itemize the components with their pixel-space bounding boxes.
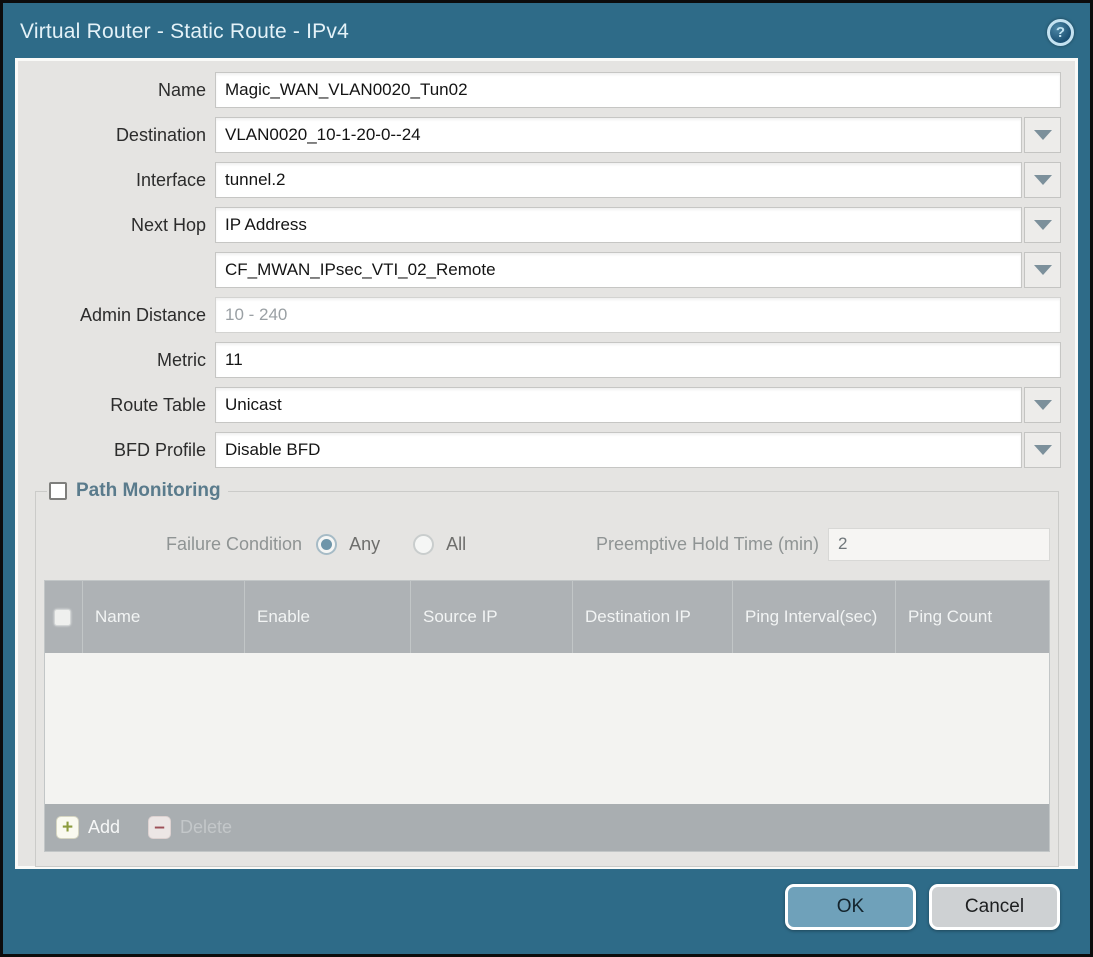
admin-distance-row: Admin Distance <box>18 297 1075 333</box>
preemptive-hold-time-input[interactable] <box>828 528 1050 561</box>
chevron-down-icon <box>1034 220 1052 230</box>
failure-condition-all-radio[interactable]: All <box>413 534 466 555</box>
table-body-empty <box>45 653 1049 804</box>
minus-icon: – <box>148 816 171 839</box>
delete-button-label: Delete <box>180 817 232 838</box>
radio-unselected-icon <box>413 534 434 555</box>
dialog-title: Virtual Router - Static Route - IPv4 <box>20 20 349 44</box>
metric-label: Metric <box>18 350 215 371</box>
admin-distance-label: Admin Distance <box>18 305 215 326</box>
bfd-profile-dropdown-button[interactable] <box>1024 432 1061 468</box>
column-header-source-ip: Source IP <box>410 581 572 653</box>
column-header-ping-count: Ping Count <box>895 581 1049 653</box>
next-hop-row: Next Hop <box>18 207 1075 243</box>
chevron-down-icon <box>1034 175 1052 185</box>
next-hop-type-dropdown-button[interactable] <box>1024 207 1061 243</box>
name-label: Name <box>18 80 215 101</box>
ok-button[interactable]: OK <box>785 884 916 930</box>
interface-row: Interface <box>18 162 1075 198</box>
next-hop-address-row <box>18 252 1075 288</box>
delete-button[interactable]: – Delete <box>148 816 232 839</box>
static-route-form: Name Destination Interface <box>18 72 1075 468</box>
interface-label: Interface <box>18 170 215 191</box>
path-monitoring-title: Path Monitoring <box>76 480 221 502</box>
column-header-destination-ip: Destination IP <box>572 581 732 653</box>
name-row: Name <box>18 72 1075 108</box>
radio-selected-icon <box>316 534 337 555</box>
help-icon[interactable]: ? <box>1047 19 1074 46</box>
interface-input[interactable] <box>215 162 1022 198</box>
cancel-button[interactable]: Cancel <box>929 884 1060 930</box>
chevron-down-icon <box>1034 130 1052 140</box>
metric-input[interactable] <box>215 342 1061 378</box>
path-monitoring-table: Name Enable Source IP Destination IP Pin… <box>44 580 1050 852</box>
destination-dropdown-button[interactable] <box>1024 117 1061 153</box>
destination-row: Destination <box>18 117 1075 153</box>
path-monitoring-section: Path Monitoring Failure Condition Any Al… <box>35 480 1059 867</box>
next-hop-type-input[interactable] <box>215 207 1022 243</box>
next-hop-address-dropdown-button[interactable] <box>1024 252 1061 288</box>
interface-dropdown-button[interactable] <box>1024 162 1061 198</box>
admin-distance-input[interactable] <box>215 297 1061 333</box>
select-all-checkbox[interactable] <box>54 609 71 626</box>
chevron-down-icon <box>1034 445 1052 455</box>
chevron-down-icon <box>1034 265 1052 275</box>
radio-all-label: All <box>446 534 466 555</box>
next-hop-address-input[interactable] <box>215 252 1022 288</box>
select-all-header-cell <box>45 581 82 653</box>
plus-icon: + <box>56 816 79 839</box>
bfd-profile-input[interactable] <box>215 432 1022 468</box>
bfd-profile-row: BFD Profile <box>18 432 1075 468</box>
metric-row: Metric <box>18 342 1075 378</box>
failure-condition-row: Failure Condition Any All Preemptive Hol… <box>44 524 1050 564</box>
bfd-profile-label: BFD Profile <box>18 440 215 461</box>
route-table-input[interactable] <box>215 387 1022 423</box>
add-button[interactable]: + Add <box>56 816 120 839</box>
name-input[interactable] <box>215 72 1061 108</box>
virtual-router-static-route-dialog: Virtual Router - Static Route - IPv4 ? N… <box>0 0 1093 957</box>
column-header-name: Name <box>82 581 244 653</box>
chevron-down-icon <box>1034 400 1052 410</box>
dialog-titlebar: Virtual Router - Static Route - IPv4 ? <box>3 3 1090 55</box>
column-header-ping-interval: Ping Interval(sec) <box>732 581 895 653</box>
failure-condition-any-radio[interactable]: Any <box>316 534 380 555</box>
path-monitoring-checkbox[interactable] <box>49 482 67 500</box>
radio-any-label: Any <box>349 534 380 555</box>
preemptive-hold-time-label: Preemptive Hold Time (min) <box>596 534 819 555</box>
route-table-label: Route Table <box>18 395 215 416</box>
route-table-row: Route Table <box>18 387 1075 423</box>
column-header-enable: Enable <box>244 581 410 653</box>
table-toolbar: + Add – Delete <box>45 804 1049 851</box>
add-button-label: Add <box>88 817 120 838</box>
table-header: Name Enable Source IP Destination IP Pin… <box>45 581 1049 653</box>
dialog-body: Name Destination Interface <box>15 58 1078 869</box>
destination-input[interactable] <box>215 117 1022 153</box>
destination-label: Destination <box>18 125 215 146</box>
next-hop-label: Next Hop <box>18 215 215 236</box>
dialog-footer: OK Cancel <box>3 869 1090 954</box>
route-table-dropdown-button[interactable] <box>1024 387 1061 423</box>
failure-condition-label: Failure Condition <box>166 534 302 555</box>
preemptive-hold-time-group: Preemptive Hold Time (min) <box>596 528 1050 561</box>
